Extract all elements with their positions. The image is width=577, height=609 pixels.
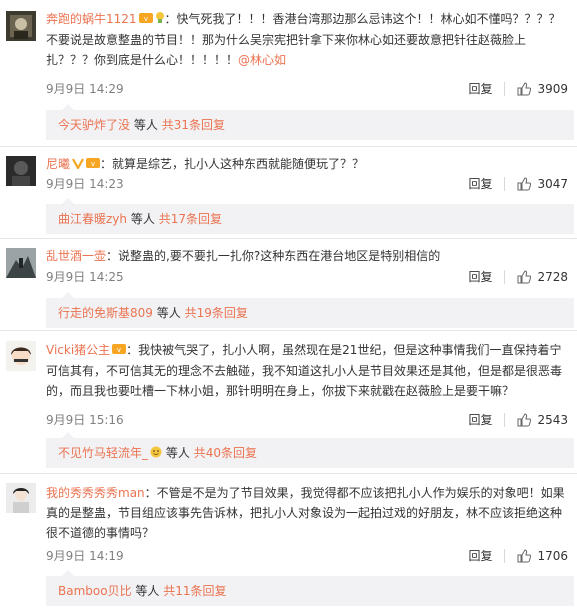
username-link[interactable]: 乱世酒一壶: [46, 249, 106, 263]
comment-meta: 9月9日 14:29 回复 3909: [46, 79, 568, 99]
comment-text: 乱世酒一壶：说整蛊的,要不要扎一扎你?这种东西在港台地区是特别相信的: [46, 246, 568, 266]
reply-mid-text: 等人: [165, 446, 190, 460]
thumbs-up-icon: [517, 549, 532, 563]
avatar[interactable]: [6, 341, 36, 371]
emoji-icon: [150, 439, 162, 469]
avatar[interactable]: [6, 483, 36, 513]
divider: [504, 413, 506, 427]
reply-button[interactable]: 回复: [468, 174, 492, 194]
comment-text: Vicki猪公主 v ：我快被气哭了，扎小人啊，虽然现在是21世纪，但是这种事情我们…: [46, 340, 568, 401]
vip-badge-icon: v: [138, 10, 153, 30]
username-link[interactable]: 奔跑的蜗牛1121: [46, 12, 137, 26]
reply-mid-text: 等人: [156, 306, 181, 320]
divider: [0, 330, 577, 331]
username-link[interactable]: 尼曦: [46, 157, 70, 171]
avatar[interactable]: [6, 248, 36, 278]
thumbs-up-icon: [517, 270, 532, 284]
like-count: 3047: [537, 177, 568, 191]
reply-count-link[interactable]: 共40条回复: [194, 446, 257, 460]
reply-mid-text: 等人: [133, 118, 158, 132]
comment-time: 9月9日 14:23: [46, 177, 124, 191]
comment-text: 奔跑的蜗牛1121 v ：快气死我了！！！香港台湾那边那么忌讳这个！！林心如不懂吗？…: [46, 9, 568, 70]
reply-count-link[interactable]: 共11条回复: [163, 584, 226, 598]
comment-meta: 9月9日 14:25 回复 2728: [46, 267, 568, 287]
comment-meta: 9月9日 14:23 回复 3047: [46, 174, 568, 194]
reply-preview[interactable]: 行走的免斯基809 等人 共19条回复: [46, 292, 574, 328]
mention-link[interactable]: @林心如: [238, 53, 286, 67]
comment-time: 9月9日 15:16: [46, 413, 124, 427]
reply-button[interactable]: 回复: [468, 79, 492, 99]
svg-text:v: v: [117, 346, 121, 354]
like-count: 1706: [537, 549, 568, 563]
vip-badge-icon: v: [112, 341, 127, 361]
reply-count-link[interactable]: 共19条回复: [185, 306, 248, 320]
comment-actions: 回复 3047: [468, 174, 568, 194]
reply-button[interactable]: 回复: [468, 546, 492, 566]
comment-actions: 回复 2728: [468, 267, 568, 287]
like-button[interactable]: 2728: [517, 267, 568, 287]
reply-user-link[interactable]: 今天驴炸了没: [58, 118, 130, 132]
comment-meta: 9月9日 15:16 回复 2543: [46, 410, 568, 430]
comment-meta: 9月9日 14:19 回复 1706: [46, 546, 568, 566]
avatar[interactable]: [6, 156, 36, 186]
thumbs-up-icon: [517, 82, 532, 96]
comment-text: 尼曦 v ：就算是综艺，扎小人这种东西就能随便玩了？？: [46, 154, 568, 175]
divider: [0, 238, 577, 239]
comment-content: ：就算是综艺，扎小人这种东西就能随便玩了？？: [100, 157, 365, 171]
like-count: 2728: [537, 270, 568, 284]
divider: [0, 473, 577, 474]
like-button[interactable]: 1706: [517, 546, 568, 566]
reply-user-link[interactable]: 行走的免斯基809: [58, 306, 153, 320]
reply-preview[interactable]: Bamboo贝比 等人 共11条回复: [46, 570, 574, 606]
reply-user-link[interactable]: 曲江春暖zyh: [58, 212, 127, 226]
like-button[interactable]: 3909: [517, 79, 568, 99]
like-button[interactable]: 3047: [517, 174, 568, 194]
comment-actions: 回复 3909: [468, 79, 568, 99]
reply-button[interactable]: 回复: [468, 267, 492, 287]
like-button[interactable]: 2543: [517, 410, 568, 430]
comment-actions: 回复 2543: [468, 410, 568, 430]
like-count: 3909: [537, 82, 568, 96]
username-link[interactable]: Vicki猪公主: [46, 343, 110, 357]
divider: [504, 549, 506, 563]
reply-mid-text: 等人: [130, 212, 155, 226]
username-link[interactable]: 我的秀秀秀秀man: [46, 486, 145, 500]
thumbs-up-icon: [517, 177, 532, 191]
comment-time: 9月9日 14:25: [46, 270, 124, 284]
reply-user-link[interactable]: 不见竹马轻流年_: [58, 446, 148, 460]
comment-time: 9月9日 14:29: [46, 82, 124, 96]
bulb-badge-icon: [155, 10, 165, 30]
reply-mid-text: 等人: [135, 584, 160, 598]
divider: [0, 146, 577, 147]
divider: [504, 270, 506, 284]
reply-preview[interactable]: 今天驴炸了没 等人 共31条回复: [46, 104, 574, 140]
divider: [504, 82, 506, 96]
reply-button[interactable]: 回复: [468, 410, 492, 430]
like-count: 2543: [537, 413, 568, 427]
comment-time: 9月9日 14:19: [46, 549, 124, 563]
comment-content: ：说整蛊的,要不要扎一扎你?这种东西在港台地区是特别相信的: [106, 249, 441, 263]
avatar[interactable]: [6, 11, 36, 41]
reply-user-link[interactable]: Bamboo贝比: [58, 584, 132, 598]
svg-text:v: v: [143, 15, 147, 23]
divider: [504, 177, 506, 191]
reply-count-link[interactable]: 共31条回复: [162, 118, 225, 132]
svg-text:v: v: [91, 160, 95, 168]
reply-preview[interactable]: 不见竹马轻流年_ 等人 共40条回复: [46, 432, 574, 469]
vip-badge-icon: v: [86, 155, 101, 175]
reply-count-link[interactable]: 共17条回复: [159, 212, 222, 226]
comment-text: 我的秀秀秀秀man：不管是不是为了节目效果，我觉得都不应该把扎小人作为娱乐的对象…: [46, 483, 568, 543]
verified-v-icon: [72, 155, 84, 175]
reply-preview[interactable]: 曲江春暖zyh 等人 共17条回复: [46, 198, 574, 234]
comment-actions: 回复 1706: [468, 546, 568, 566]
thumbs-up-icon: [517, 413, 532, 427]
